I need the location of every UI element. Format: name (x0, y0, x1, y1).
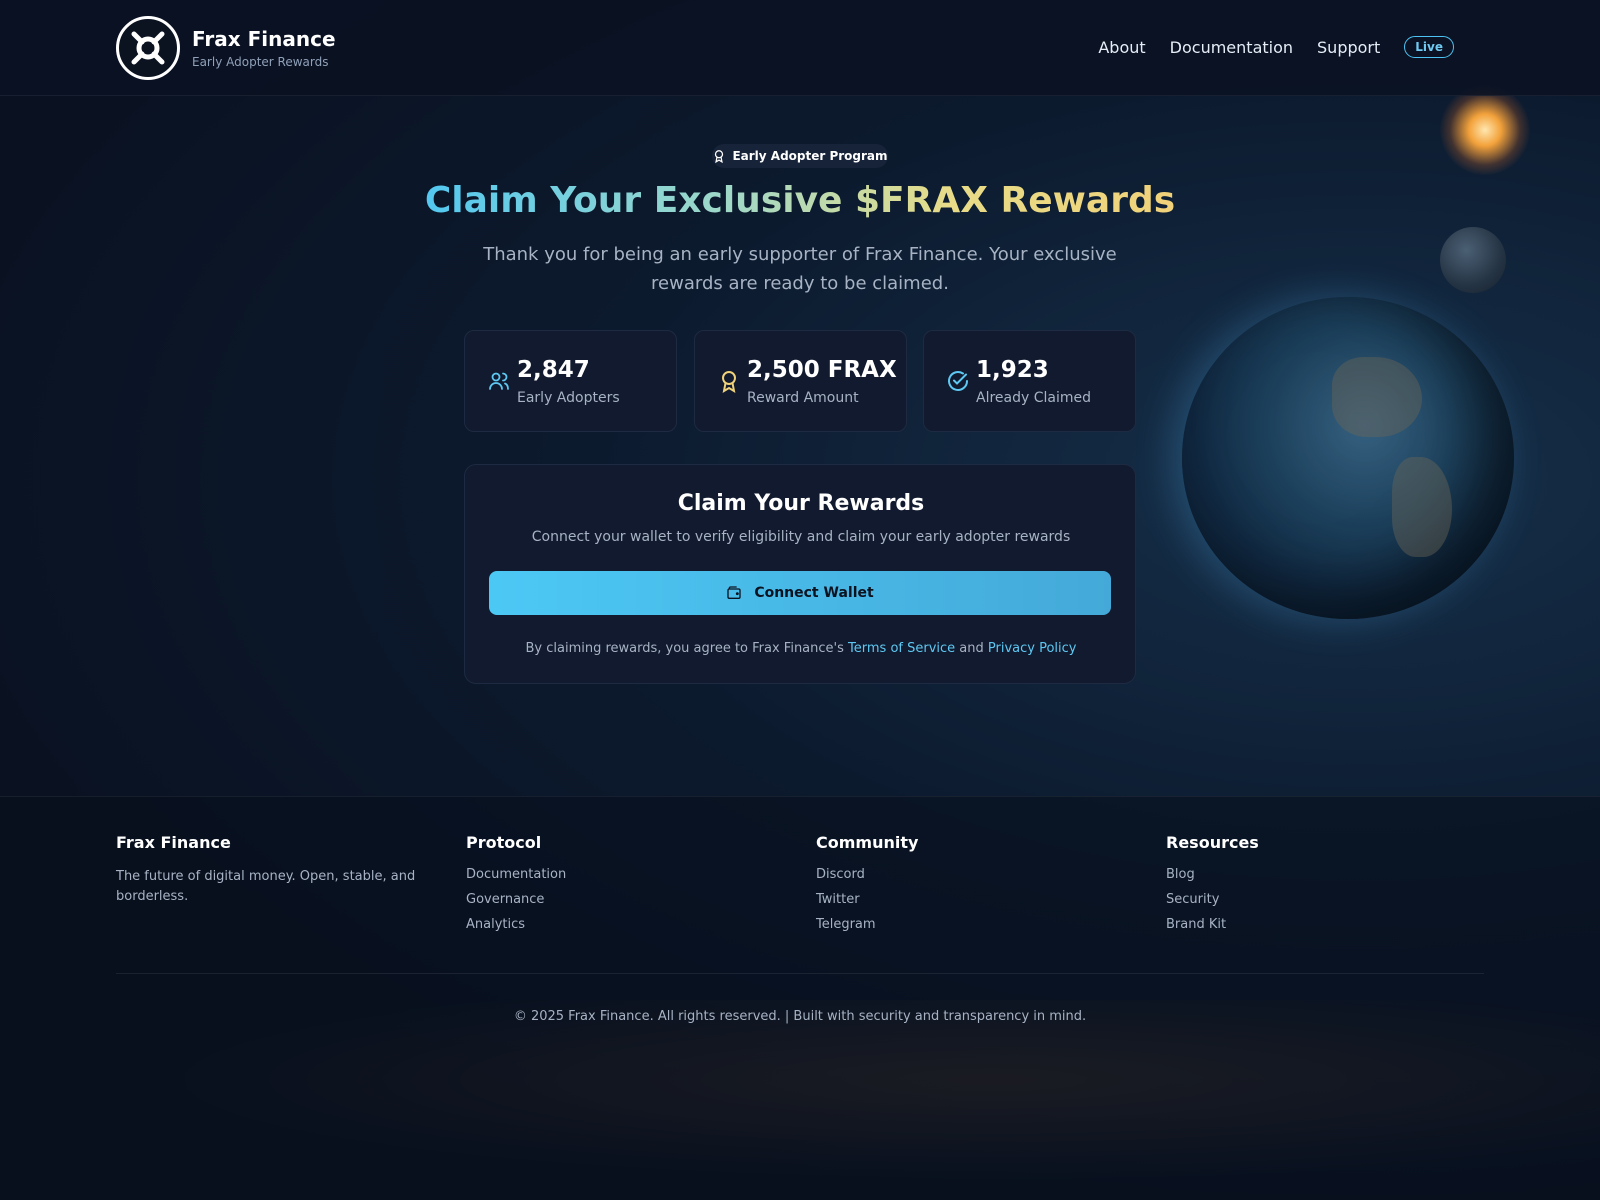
sun-glow (1440, 85, 1530, 175)
frax-logo-icon[interactable] (116, 16, 180, 80)
stat-card-reward-amount: 2,500 FRAX Reward Amount (694, 330, 907, 432)
continent-north-america (1332, 357, 1422, 437)
stat-card-early-adopters: 2,847 Early Adopters (464, 330, 677, 432)
stat-label: Reward Amount (747, 390, 859, 406)
site-header: Frax Finance Early Adopter Rewards About… (0, 0, 1600, 96)
stat-label: Already Claimed (976, 390, 1092, 406)
privacy-policy-link[interactable]: Privacy Policy (988, 641, 1077, 656)
footer-column-title: Protocol (466, 833, 542, 852)
legal-and: and (959, 641, 984, 656)
footer-link-brand-kit[interactable]: Brand Kit (1166, 917, 1486, 932)
hero-subtext: Thank you for being an early supporter o… (483, 244, 1117, 294)
claim-card: Claim Your Rewards Connect your wallet t… (464, 464, 1136, 684)
legal-prefix: By claiming rewards, you agree to Frax F… (525, 641, 844, 656)
earth-planet (1182, 297, 1514, 619)
terms-of-service-link[interactable]: Terms of Service (848, 641, 955, 656)
legal-notice: By claiming rewards, you agree to Frax F… (465, 641, 1137, 656)
award-icon (715, 150, 724, 163)
nav-about[interactable]: About (1098, 38, 1145, 57)
stat-value: 1,923 (976, 357, 1049, 383)
footer-link-blog[interactable]: Blog (1166, 867, 1486, 882)
stat-label: Early Adopters (517, 390, 620, 406)
footer-column-title: Community (816, 833, 919, 852)
footer-brand-desc: The future of digital money. Open, stabl… (116, 869, 416, 904)
nav-support[interactable]: Support (1317, 38, 1380, 57)
program-pill: Early Adopter Program (712, 144, 888, 168)
stat-value: 2,847 (517, 357, 590, 383)
footer-column-title: Resources (1166, 833, 1259, 852)
footer-link-twitter[interactable]: Twitter (816, 892, 1136, 907)
check-circle-icon (948, 371, 968, 391)
footer-divider (116, 973, 1484, 974)
moon (1440, 227, 1506, 293)
copyright-text: © 2025 Frax Finance. All rights reserved… (513, 1009, 1087, 1024)
award-icon (722, 371, 736, 393)
footer-link-discord[interactable]: Discord (816, 867, 1136, 882)
connect-wallet-label: Connect Wallet (754, 585, 874, 601)
continent-south-america (1392, 457, 1452, 557)
footer-column-protocol: Protocol Documentation Governance Analyt… (466, 833, 786, 942)
brand-title[interactable]: Frax Finance (192, 27, 336, 51)
hero-headline: Claim Your Exclusive $FRAX Rewards (0, 180, 1600, 221)
nav-documentation[interactable]: Documentation (1170, 38, 1293, 57)
footer-brand-column: Frax Finance The future of digital money… (116, 833, 436, 907)
footer-link-security[interactable]: Security (1166, 892, 1486, 907)
hero-headline-text: Claim Your Exclusive $FRAX Rewards (424, 180, 1176, 221)
brand-subtitle: Early Adopter Rewards (192, 55, 329, 69)
claim-description: Connect your wallet to verify eligibilit… (531, 529, 1071, 545)
footer-link-analytics[interactable]: Analytics (466, 917, 786, 932)
footer-brand-title: Frax Finance (116, 833, 231, 852)
footer-link-telegram[interactable]: Telegram (816, 917, 1136, 932)
page: Frax Finance Early Adopter Rewards About… (0, 0, 1600, 1200)
stat-value: 2,500 FRAX (747, 357, 897, 383)
main-nav: About Documentation Support Live (1098, 36, 1454, 58)
footer-column-resources: Resources Blog Security Brand Kit (1166, 833, 1486, 942)
claim-title: Claim Your Rewards (677, 491, 925, 516)
users-icon (489, 372, 509, 390)
live-status-badge: Live (1404, 36, 1454, 58)
footer-column-community: Community Discord Twitter Telegram (816, 833, 1136, 942)
site-footer: Frax Finance The future of digital money… (0, 796, 1600, 1200)
footer-link-documentation[interactable]: Documentation (466, 867, 786, 882)
wallet-icon (727, 586, 741, 599)
stat-card-already-claimed: 1,923 Already Claimed (923, 330, 1136, 432)
connect-wallet-button[interactable]: Connect Wallet (489, 571, 1111, 615)
footer-link-governance[interactable]: Governance (466, 892, 786, 907)
program-pill-label: Early Adopter Program (732, 149, 888, 163)
